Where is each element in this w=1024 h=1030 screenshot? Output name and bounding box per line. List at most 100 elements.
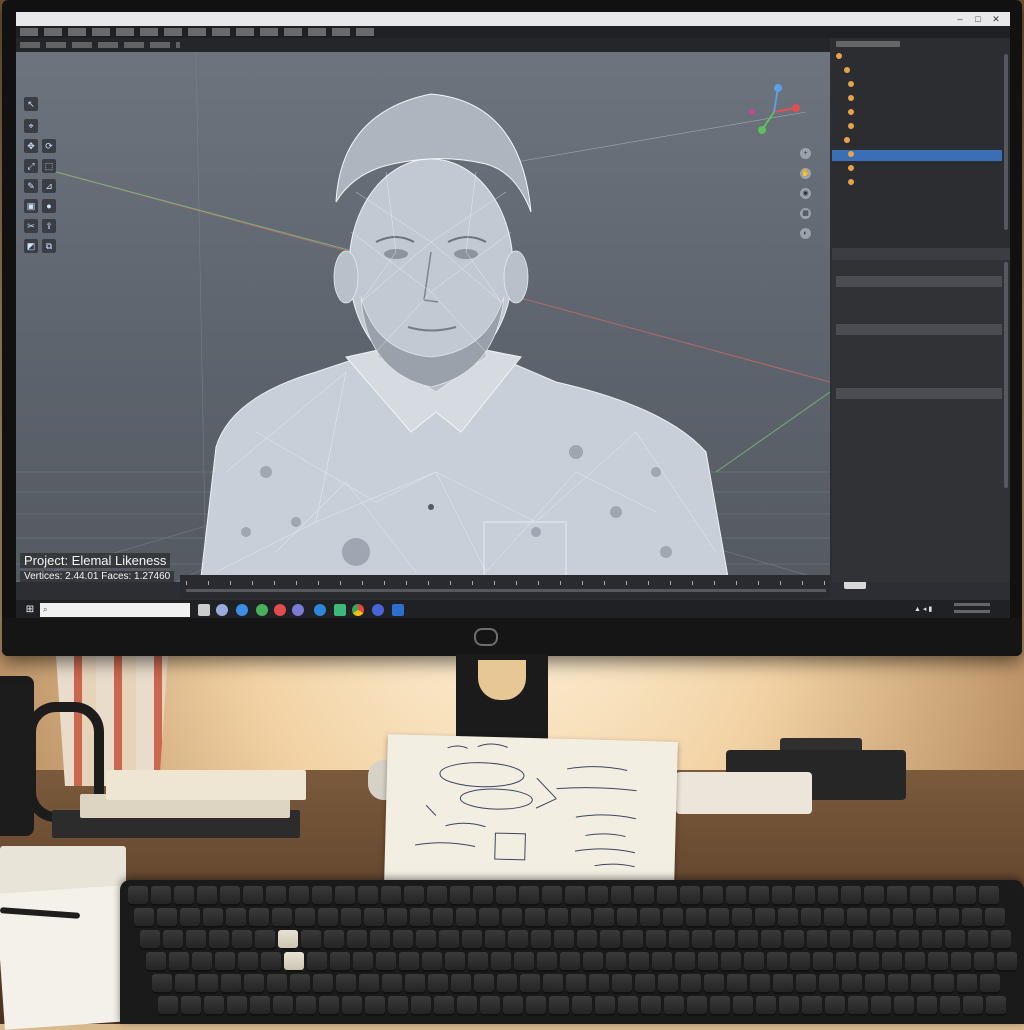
keyboard-key[interactable] [554, 930, 574, 950]
keyboard-key[interactable] [703, 886, 723, 906]
keyboard-key[interactable] [905, 952, 925, 972]
property-row[interactable] [836, 312, 1002, 323]
keyboard-key[interactable] [301, 930, 321, 950]
property-row[interactable] [836, 288, 1002, 299]
keyboard-key[interactable] [278, 930, 298, 950]
property-row[interactable] [836, 360, 1002, 371]
keyboard-key[interactable] [618, 996, 638, 1016]
keyboard-key[interactable] [940, 996, 960, 1016]
keyboard-key[interactable] [899, 930, 919, 950]
keyboard-key[interactable] [376, 952, 396, 972]
keyboard-key[interactable] [335, 886, 355, 906]
keyboard-key[interactable] [158, 996, 178, 1016]
keyboard-key[interactable] [244, 974, 264, 994]
keyboard-key[interactable] [612, 974, 632, 994]
loop-cut-tool-icon[interactable]: ⧉ [42, 239, 56, 253]
keyboard-key[interactable] [485, 930, 505, 950]
keyboard-key[interactable] [312, 886, 332, 906]
keyboard-key[interactable] [496, 886, 516, 906]
keyboard-key[interactable] [181, 996, 201, 1016]
keyboard-key[interactable] [249, 908, 269, 928]
keyboard-key[interactable] [710, 996, 730, 1016]
keyboard-key[interactable] [744, 952, 764, 972]
keyboard-key[interactable] [543, 974, 563, 994]
keyboard-key[interactable] [261, 952, 281, 972]
keyboard-key[interactable] [186, 930, 206, 950]
keyboard-key[interactable] [686, 908, 706, 928]
keyboard-key[interactable] [549, 996, 569, 1016]
keyboard-key[interactable] [934, 974, 954, 994]
keyboard-key[interactable] [600, 930, 620, 950]
keyboard-key[interactable] [692, 930, 712, 950]
keyboard-key[interactable] [358, 886, 378, 906]
keyboard-key[interactable] [779, 996, 799, 1016]
keyboard-key[interactable] [623, 930, 643, 950]
keyboard-key[interactable] [911, 974, 931, 994]
cursor-tool-icon[interactable]: ⌖ [24, 119, 38, 133]
keyboard-key[interactable] [818, 886, 838, 906]
keyboard-key[interactable] [226, 908, 246, 928]
keyboard-key[interactable] [405, 974, 425, 994]
keyboard-key[interactable] [802, 996, 822, 1016]
outliner-row[interactable] [836, 66, 1004, 77]
keyboard-key[interactable] [336, 974, 356, 994]
3d-viewport[interactable]: ↖ ⌖ ✥ ⟳ ⤢ ⬚ ✎ ⊿ ▣ ● ✂ ⇪ ◩ ⧉ + ✋ ◉ ▦ ◐ [16, 52, 830, 582]
keyboard-key[interactable] [680, 886, 700, 906]
keyboard-key[interactable] [824, 908, 844, 928]
keyboard-key[interactable] [404, 886, 424, 906]
keyboard-key[interactable] [428, 974, 448, 994]
keyboard-key[interactable] [795, 886, 815, 906]
keyboard-key[interactable] [727, 974, 747, 994]
keyboard-key[interactable] [537, 952, 557, 972]
keyboard-key[interactable] [364, 908, 384, 928]
keyboard-key[interactable] [342, 996, 362, 1016]
keyboard-key[interactable] [347, 930, 367, 950]
keyboard-key[interactable] [307, 952, 327, 972]
keyboard-key[interactable] [985, 908, 1005, 928]
keyboard-key[interactable] [865, 974, 885, 994]
keyboard-key[interactable] [175, 974, 195, 994]
measure-tool-icon[interactable]: ⊿ [42, 179, 56, 193]
outliner-scrollbar[interactable] [1004, 54, 1008, 230]
keyboard-key[interactable] [675, 952, 695, 972]
keyboard-key[interactable] [876, 930, 896, 950]
scale-tool-icon[interactable]: ⤢ [24, 159, 38, 173]
keyboard-key[interactable] [681, 974, 701, 994]
keyboard-key[interactable] [227, 996, 247, 1016]
keyboard-key[interactable] [750, 974, 770, 994]
keyboard-key[interactable] [830, 930, 850, 950]
keyboard-key[interactable] [945, 930, 965, 950]
keyboard-key[interactable] [152, 974, 172, 994]
keyboard-key[interactable] [140, 930, 160, 950]
keyboard-key[interactable] [611, 886, 631, 906]
keyboard-key[interactable] [284, 952, 304, 972]
property-row[interactable] [836, 372, 1002, 383]
keyboard-key[interactable] [296, 996, 316, 1016]
keyboard-key[interactable] [531, 930, 551, 950]
keyboard-key[interactable] [687, 996, 707, 1016]
minimize-button[interactable]: – [952, 13, 968, 25]
add-cube-icon[interactable]: ▣ [24, 199, 38, 213]
keyboard-key[interactable] [526, 996, 546, 1016]
keyboard-key[interactable] [663, 908, 683, 928]
keyboard-key[interactable] [318, 908, 338, 928]
keyboard-key[interactable] [434, 996, 454, 1016]
keyboard-key[interactable] [295, 908, 315, 928]
keyboard-key[interactable] [922, 930, 942, 950]
keyboard-key[interactable] [203, 908, 223, 928]
keyboard-key[interactable] [871, 996, 891, 1016]
keyboard-key[interactable] [128, 886, 148, 906]
keyboard-key[interactable] [508, 930, 528, 950]
property-group[interactable] [836, 388, 1002, 399]
property-group[interactable] [836, 324, 1002, 335]
keyboard-key[interactable] [870, 908, 890, 928]
chrome-icon[interactable] [352, 604, 364, 616]
keyboard-key[interactable] [577, 930, 597, 950]
zoom-icon[interactable]: + [800, 148, 811, 159]
keyboard-key[interactable] [887, 886, 907, 906]
keyboard-key[interactable] [939, 908, 959, 928]
keyboard-key[interactable] [790, 952, 810, 972]
keyboard-key[interactable] [266, 886, 286, 906]
keyboard-key[interactable] [951, 952, 971, 972]
keyboard-key[interactable] [801, 908, 821, 928]
